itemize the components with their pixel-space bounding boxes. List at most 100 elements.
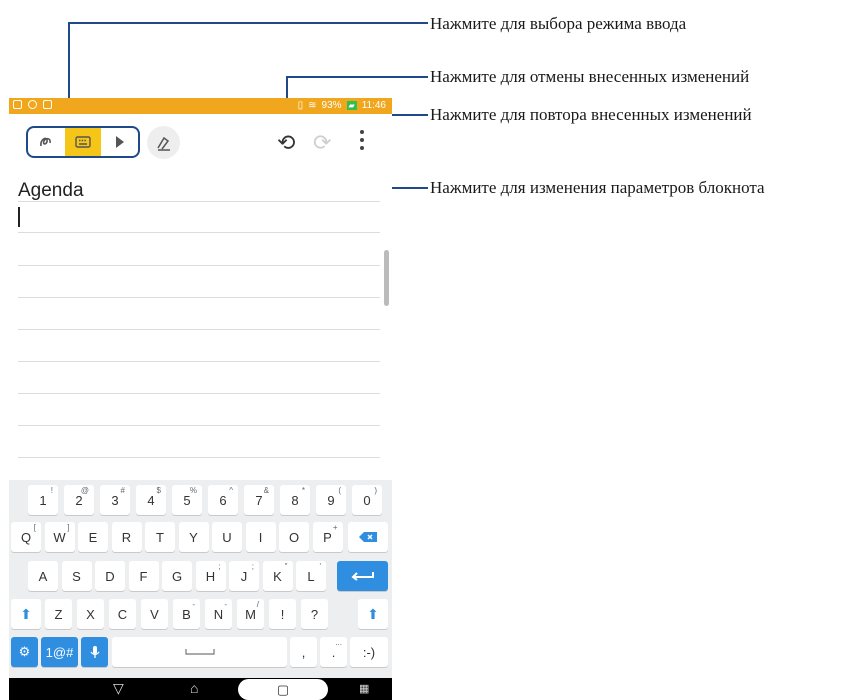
smiley-key[interactable]: :-): [350, 637, 388, 667]
key-secondary-label: [: [33, 523, 36, 532]
key-secondary-label: !: [50, 486, 53, 495]
key-label: K: [273, 568, 282, 584]
shift-arrow-icon: ⬆: [20, 605, 32, 622]
key-4[interactable]: 4 $: [136, 485, 166, 515]
backspace-icon[interactable]: [348, 522, 388, 552]
note-title[interactable]: Agenda: [18, 180, 84, 202]
microphone-icon[interactable]: [81, 637, 108, 667]
key-c[interactable]: C: [109, 599, 136, 629]
handwriting-mode-icon[interactable]: [28, 128, 65, 156]
key-v[interactable]: V: [141, 599, 168, 629]
key-q[interactable]: Q[: [11, 522, 41, 552]
recent-apps-icon[interactable]: ▢: [238, 679, 328, 700]
key-label: W: [53, 529, 66, 545]
key-secondary-label: -: [192, 600, 195, 609]
tablet-screen: ▯ ≋ 93% ▰ 11:46 ⟲ ⟳ Agenda 1 ! 2 @ 3 # 4…: [9, 98, 392, 700]
key-label: !: [280, 606, 285, 622]
key-label: L: [307, 568, 315, 584]
key-secondary-label: +: [332, 523, 338, 532]
key-b[interactable]: B-: [173, 599, 200, 629]
key-3[interactable]: 3 #: [100, 485, 130, 515]
key-label: Z: [54, 606, 63, 622]
key-t[interactable]: T: [145, 522, 175, 552]
key-e[interactable]: E: [78, 522, 108, 552]
key-0[interactable]: 0): [352, 485, 382, 515]
keyboard-row-asdf: A S D F G H; J; K " L ': [9, 561, 392, 591]
key-z[interactable]: Z: [45, 599, 72, 629]
key-5[interactable]: 5%: [172, 485, 202, 515]
key-exclamation[interactable]: !: [269, 599, 296, 629]
key-9[interactable]: 9(: [316, 485, 346, 515]
key-j[interactable]: J;: [229, 561, 259, 591]
battery-icon: ▰: [346, 101, 357, 110]
note-line: [18, 361, 380, 362]
pen-mode-icon[interactable]: [101, 128, 138, 156]
shift-left-icon[interactable]: ⬆: [11, 599, 41, 629]
space-key[interactable]: [112, 637, 287, 667]
keyboard-mode-icon[interactable]: [64, 128, 102, 156]
key-n[interactable]: N-: [205, 599, 232, 629]
key-1[interactable]: 1!: [28, 485, 58, 515]
key-secondary-label: ;: [218, 562, 221, 571]
key-m[interactable]: M /: [237, 599, 264, 629]
keyboard-row-qwerty: Q[W] E R T Y U I O P +: [9, 522, 392, 552]
key-question[interactable]: ?: [301, 599, 328, 629]
input-mode-selector: [26, 126, 140, 158]
keyboard-switch-icon[interactable]: ▦: [359, 682, 369, 695]
key-g[interactable]: G: [162, 561, 192, 591]
settings-key[interactable]: ⚙: [11, 637, 38, 667]
key-7[interactable]: 7 &: [244, 485, 274, 515]
more-vertical-icon[interactable]: [359, 130, 365, 154]
key-label: 6: [219, 492, 227, 508]
status-bar: ▯ ≋ 93% ▰ 11:46: [9, 98, 392, 114]
key-label: ?: [310, 606, 319, 622]
key-label: A: [38, 568, 48, 584]
cloud-icon: [28, 100, 37, 109]
key-label: 7: [255, 492, 263, 508]
key-label: M: [245, 606, 256, 622]
key-a[interactable]: A: [28, 561, 58, 591]
key-i[interactable]: I: [245, 522, 276, 552]
key-p[interactable]: P +: [312, 522, 343, 552]
key-secondary-label: ': [319, 562, 321, 571]
key-label: V: [150, 606, 159, 622]
callout-redo: Нажмите для повтора внесенных изменений: [430, 105, 752, 124]
keyboard-row-bottom: ⚙ 1@# , .... :-): [9, 637, 392, 667]
key-l[interactable]: L ': [296, 561, 326, 591]
enter-icon[interactable]: [337, 561, 388, 591]
key-2[interactable]: 2 @: [64, 485, 94, 515]
symbols-key[interactable]: 1@#: [41, 637, 78, 667]
key-d[interactable]: D: [95, 561, 125, 591]
pen-color-icon[interactable]: [147, 126, 180, 159]
note-editor[interactable]: Agenda: [9, 166, 392, 478]
key-f[interactable]: F: [128, 561, 159, 591]
home-icon[interactable]: ⌂: [190, 680, 198, 696]
key-label: 8: [291, 492, 299, 508]
notes-toolbar: ⟲ ⟳: [9, 114, 392, 166]
period-key[interactable]: ....: [320, 637, 347, 667]
undo-icon[interactable]: ⟲: [277, 130, 295, 156]
key-label: T: [156, 529, 164, 545]
scrollbar[interactable]: [384, 250, 389, 306]
note-line: [18, 393, 380, 394]
key-k[interactable]: K ": [262, 561, 293, 591]
redo-icon[interactable]: ⟳: [313, 130, 331, 156]
key-label: 4: [147, 492, 155, 508]
key-w[interactable]: W]: [44, 522, 75, 552]
back-icon[interactable]: ▽: [113, 680, 124, 697]
key-h[interactable]: H;: [195, 561, 226, 591]
key-8[interactable]: 8 *: [280, 485, 310, 515]
key-s[interactable]: S: [61, 561, 92, 591]
key-label: E: [88, 529, 98, 545]
shift-right-icon[interactable]: ⬆: [358, 599, 388, 629]
key-x[interactable]: X: [77, 599, 104, 629]
key-secondary-label: %: [189, 486, 197, 495]
key-r[interactable]: R: [111, 522, 142, 552]
key-label: 1: [39, 492, 47, 508]
comma-key[interactable]: ,: [290, 637, 317, 667]
key-6[interactable]: 6 ^: [208, 485, 238, 515]
key-u[interactable]: U: [212, 522, 242, 552]
key-secondary-label: ^: [229, 486, 233, 495]
key-o[interactable]: O: [279, 522, 309, 552]
key-y[interactable]: Y: [178, 522, 209, 552]
